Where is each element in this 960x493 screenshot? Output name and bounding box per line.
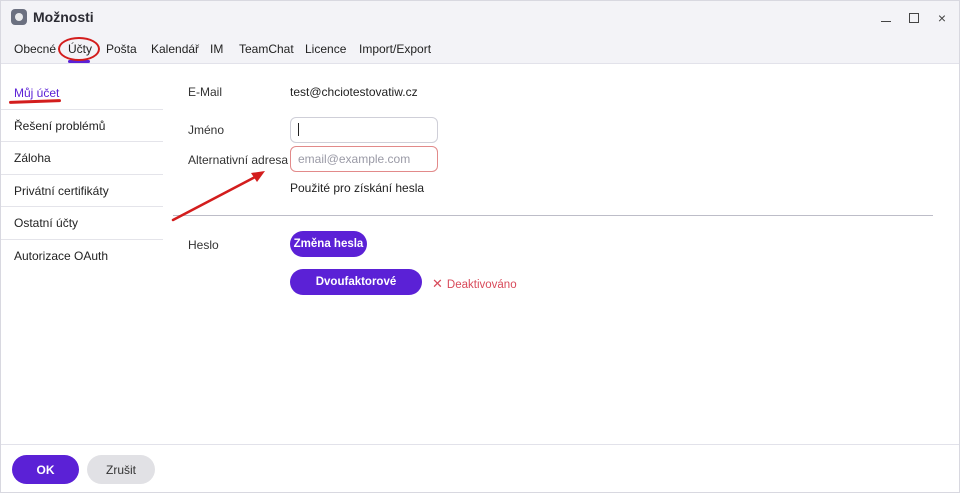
close-icon: × (937, 10, 947, 26)
tab-licence[interactable]: Licence (305, 42, 346, 56)
two-factor-status-text: Deaktivováno (446, 279, 517, 291)
alt-address-input[interactable] (290, 146, 438, 172)
annotation-arrow-line (171, 174, 259, 222)
sidebar-item-zaloha[interactable]: Záloha (1, 142, 163, 175)
maximize-icon (909, 13, 919, 23)
ok-button[interactable]: OK (12, 455, 79, 484)
sidebar-item-privatni-certifikaty[interactable]: Privátní certifikáty (1, 175, 163, 207)
maximize-button[interactable] (905, 9, 923, 27)
close-button[interactable]: × (933, 9, 951, 27)
tab-bar: Obecné Účty Pošta Kalendář IM TeamChat L… (1, 34, 959, 64)
text-caret (298, 123, 299, 136)
name-label: Jméno (188, 123, 225, 137)
email-value: test@chciotestovatiw.cz (290, 85, 418, 99)
tab-im[interactable]: IM (210, 42, 223, 56)
sidebar-item-autorizace-oauth[interactable]: Autorizace OAuth (1, 240, 163, 273)
sidebar-item-muj-ucet[interactable]: Můj účet (1, 77, 163, 110)
minimize-icon (881, 21, 891, 22)
two-factor-status: ✕ Deaktivováno (432, 276, 517, 292)
annotation-circle (58, 37, 100, 61)
annotation-arrow-head (251, 171, 265, 182)
tab-teamchat[interactable]: TeamChat (239, 42, 294, 56)
alt-address-hint: Použité pro získání hesla (290, 181, 425, 195)
options-window: Možnosti × Obecné Účty Pošta Kalendář IM… (0, 0, 960, 493)
x-icon: ✕ (432, 276, 443, 291)
sidebar: Můj účet Řešení problémů Záloha Privátní… (1, 77, 163, 272)
tab-obecne[interactable]: Obecné (14, 42, 56, 56)
section-divider (173, 215, 933, 216)
tab-kalendar[interactable]: Kalendář (151, 42, 199, 56)
two-factor-button[interactable]: Dvoufaktorové ověřování (290, 269, 422, 314)
dialog-footer: OK Zrušit (1, 444, 959, 492)
window-title: Možnosti (33, 9, 94, 25)
sidebar-item-reseni-problemu[interactable]: Řešení problémů (1, 110, 163, 142)
sidebar-item-ostatni-ucty[interactable]: Ostatní účty (1, 207, 163, 240)
name-input[interactable] (290, 117, 438, 143)
app-logo-icon (11, 9, 27, 25)
title-bar: Možnosti × (1, 1, 959, 34)
email-label: E-Mail (188, 85, 223, 99)
tab-posta[interactable]: Pošta (106, 42, 137, 56)
minimize-button[interactable] (877, 9, 895, 27)
tab-import-export[interactable]: Import/Export (359, 42, 431, 56)
change-password-button[interactable]: Změna hesla (290, 231, 367, 257)
alt-address-label: Alternativní adresa (188, 153, 289, 167)
cancel-button[interactable]: Zrušit (87, 455, 155, 484)
password-label: Heslo (188, 238, 219, 252)
